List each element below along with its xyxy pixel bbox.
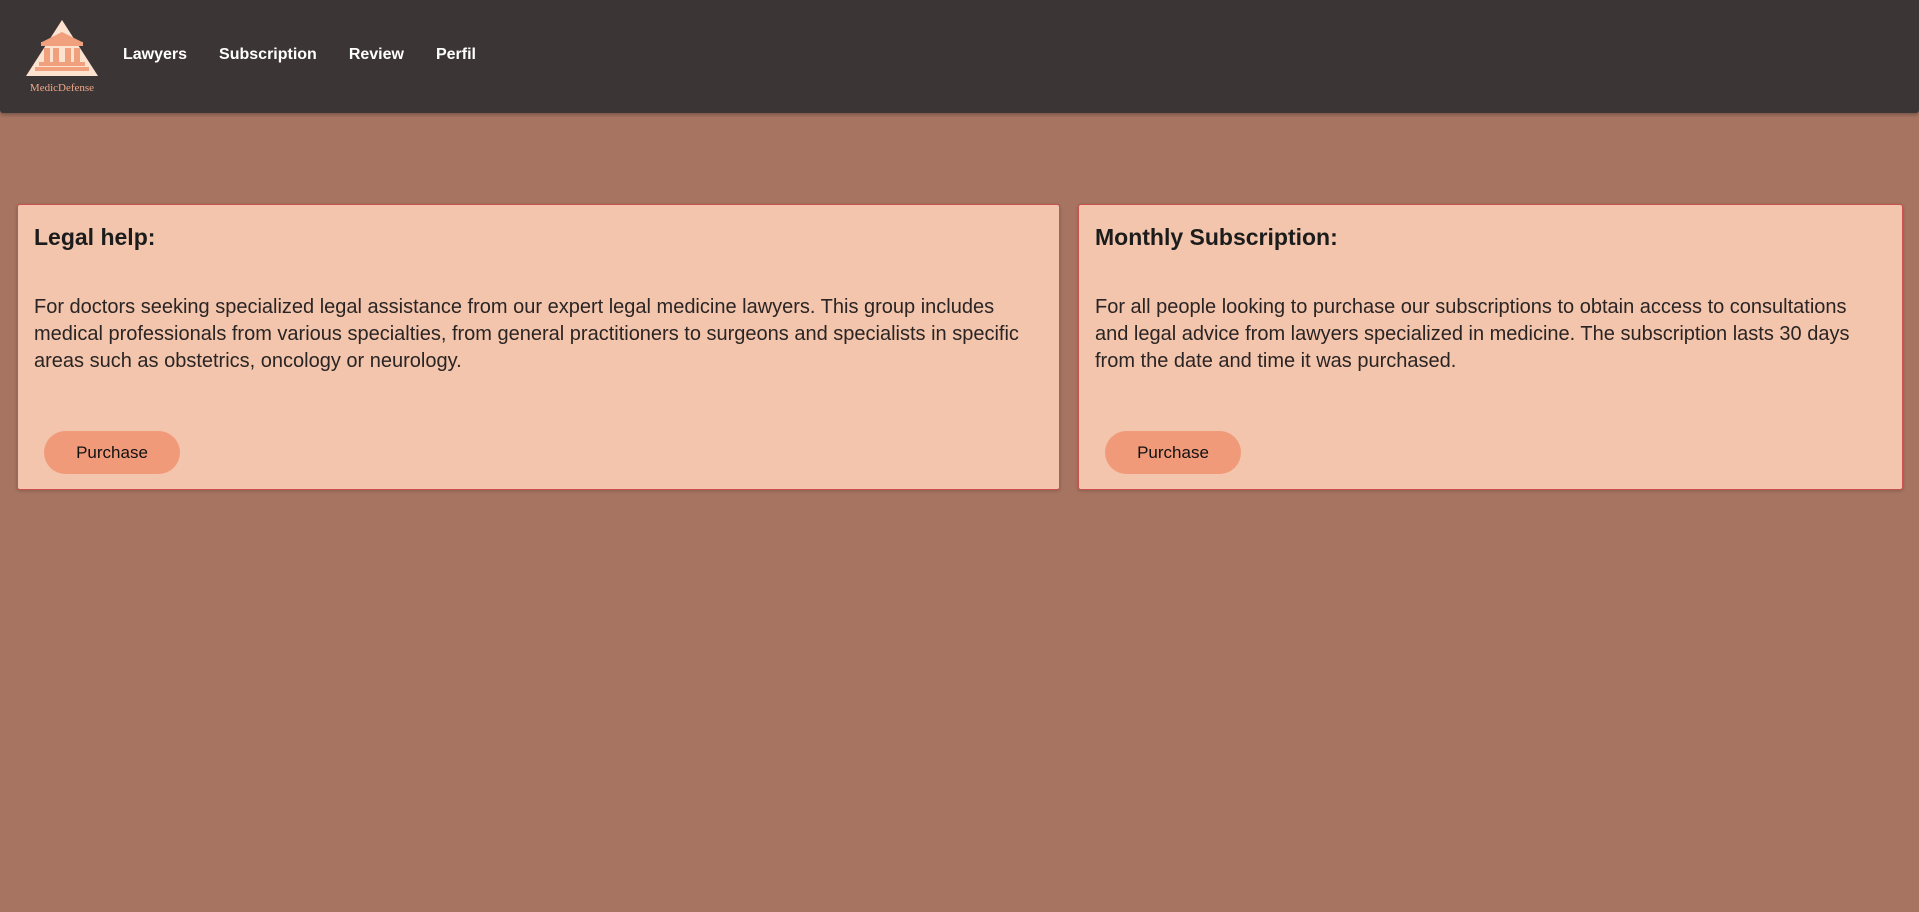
brand-name: MedicDefense — [29, 82, 95, 94]
nav-link-perfil[interactable]: Perfil — [436, 45, 476, 65]
nav-link-review[interactable]: Review — [349, 45, 404, 65]
card-description: For doctors seeking specialized legal as… — [34, 296, 1019, 372]
card-title: Monthly Subscription: — [1095, 224, 1338, 250]
courthouse-icon — [26, 20, 98, 76]
main-nav: Lawyers Subscription Review Perfil — [123, 45, 508, 65]
card-description: For all people looking to purchase our s… — [1095, 296, 1850, 372]
top-navbar: MedicDefense Lawyers Subscription Review… — [0, 0, 1919, 113]
monthly-subscription-card: Monthly Subscription: For all people loo… — [1078, 204, 1903, 490]
purchase-button[interactable]: Purchase — [44, 431, 180, 474]
nav-link-lawyers[interactable]: Lawyers — [123, 45, 187, 65]
purchase-button[interactable]: Purchase — [1105, 431, 1241, 474]
nav-link-subscription[interactable]: Subscription — [219, 45, 317, 65]
legal-help-card: Legal help: For doctors seeking speciali… — [17, 204, 1060, 490]
brand-logo[interactable]: MedicDefense — [24, 18, 100, 98]
card-title: Legal help: — [34, 224, 156, 250]
